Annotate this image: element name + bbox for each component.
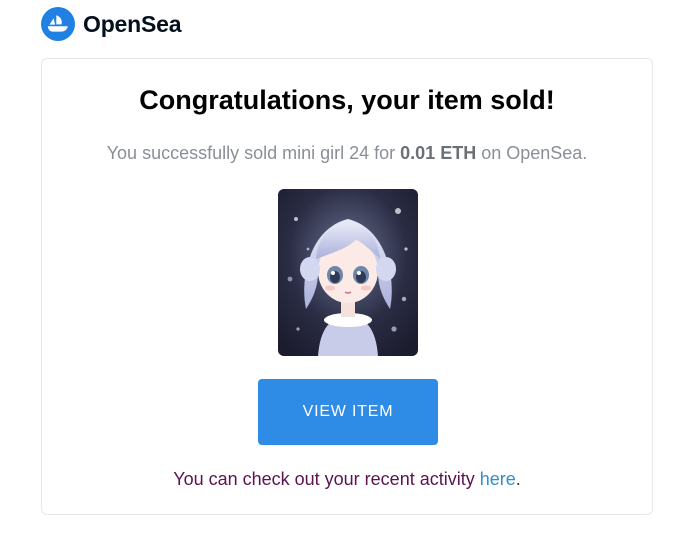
activity-text: You can check out your recent activity bbox=[173, 469, 480, 489]
sale-message: You successfully sold mini girl 24 for 0… bbox=[42, 143, 652, 164]
activity-end: . bbox=[515, 469, 521, 489]
opensea-logo-icon bbox=[41, 7, 75, 41]
sale-amount: 0.01 ETH bbox=[400, 143, 477, 163]
sale-notification-card: Congratulations, your item sold! You suc… bbox=[41, 58, 653, 515]
email-page: OpenSea Congratulations, your item sold!… bbox=[0, 0, 680, 544]
view-item-button[interactable]: VIEW ITEM bbox=[258, 379, 438, 445]
message-prefix: You successfully sold mini girl 24 for bbox=[106, 143, 401, 163]
recent-activity-link[interactable]: here bbox=[480, 469, 516, 489]
recent-activity-text: You can check out your recent activity h… bbox=[42, 469, 652, 490]
headline: Congratulations, your item sold! bbox=[139, 85, 555, 115]
nft-artwork-image[interactable] bbox=[278, 189, 418, 356]
message-suffix: on OpenSea. bbox=[476, 143, 588, 163]
brand-header: OpenSea bbox=[41, 6, 182, 42]
brand-name: OpenSea bbox=[83, 10, 182, 37]
